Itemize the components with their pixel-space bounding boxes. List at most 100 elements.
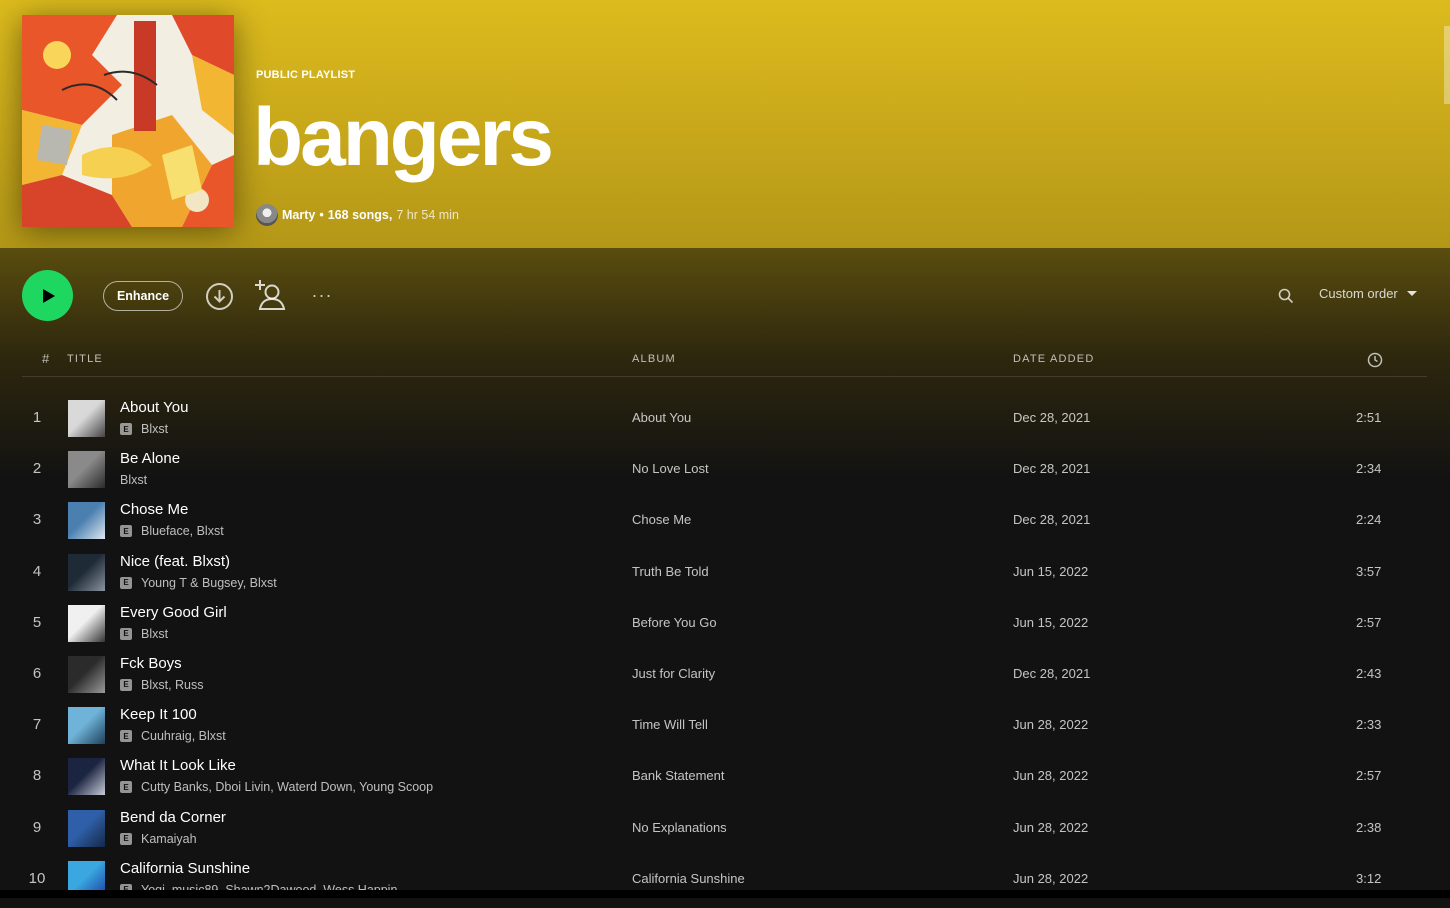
track-date-added: Jun 15, 2022 bbox=[1013, 614, 1089, 630]
track-row[interactable]: 10California SunshineEYogi_music89, Shaw… bbox=[0, 857, 1450, 908]
track-title-link[interactable]: Every Good Girl bbox=[120, 604, 227, 621]
track-artists-link[interactable]: Blueface, Blxst bbox=[141, 524, 224, 538]
track-album-art bbox=[68, 655, 105, 693]
track-album-link[interactable]: No Love Lost bbox=[632, 461, 709, 476]
track-artists-link[interactable]: Kamaiyah bbox=[141, 832, 197, 846]
track-artists: E Blxst bbox=[120, 627, 168, 641]
track-row[interactable]: 1 About You E Blxst About You Dec 28, 2021 2:5… bbox=[0, 396, 1450, 447]
caret-down-icon bbox=[1406, 290, 1417, 296]
track-artists: E Blxst bbox=[120, 422, 168, 436]
column-header-divider bbox=[22, 376, 1427, 377]
column-header-duration[interactable] bbox=[1367, 352, 1383, 371]
track-album-link[interactable]: Truth Be Told bbox=[632, 564, 709, 579]
track-album-art bbox=[68, 553, 105, 591]
track-number: 4 bbox=[32, 562, 42, 580]
sort-label: Custom order bbox=[1319, 286, 1398, 301]
explicit-badge: E bbox=[120, 627, 132, 640]
track-row[interactable]: 9 Bend da Corner E Kamaiyah No Explanations J… bbox=[0, 806, 1450, 857]
track-artists: E Young T & Bugsey, Blxst bbox=[120, 576, 277, 590]
track-title-link[interactable]: Chose Me bbox=[120, 501, 188, 518]
track-title-link[interactable]: Nice (feat. Blxst) bbox=[120, 553, 230, 570]
track-duration: 2:51 bbox=[1356, 410, 1382, 425]
add-collaborator-button[interactable] bbox=[254, 279, 288, 311]
track-album-link[interactable]: About You bbox=[632, 410, 691, 425]
track-artists-link[interactable]: Blxst bbox=[141, 422, 168, 436]
track-album-art bbox=[68, 809, 105, 847]
track-album-art bbox=[68, 502, 105, 540]
track-date-added: Jun 28, 2022 bbox=[1013, 870, 1089, 886]
search-in-playlist-button[interactable] bbox=[1277, 287, 1295, 305]
download-icon bbox=[206, 283, 233, 310]
track-duration: 3:12 bbox=[1356, 870, 1382, 886]
explicit-badge: E bbox=[120, 781, 132, 794]
bottom-edge bbox=[0, 890, 1450, 898]
track-album-link[interactable]: No Explanations bbox=[632, 820, 727, 835]
track-artists-link[interactable]: Cutty Banks, Dboi Livin, Waterd Down, Yo… bbox=[141, 780, 433, 794]
track-title-link[interactable]: About You bbox=[120, 399, 188, 416]
track-row[interactable]: 2 Be Alone Blxst No Love Lost Dec 28, 2021 2:… bbox=[0, 447, 1450, 498]
track-album-link[interactable]: Just for Clarity bbox=[632, 666, 715, 681]
track-date-added: Jun 28, 2022 bbox=[1013, 819, 1089, 835]
download-button[interactable] bbox=[205, 282, 234, 311]
track-artists-link[interactable]: Young T & Bugsey, Blxst bbox=[141, 576, 277, 590]
track-album-link[interactable]: California Sunshine bbox=[632, 871, 745, 886]
track-title-link[interactable]: Fck Boys bbox=[120, 655, 182, 672]
add-user-icon bbox=[255, 280, 286, 310]
track-number: 1 bbox=[32, 409, 42, 426]
track-title-link[interactable]: Be Alone bbox=[120, 450, 180, 467]
track-title-link[interactable]: Bend da Corner bbox=[120, 809, 226, 826]
play-button[interactable] bbox=[22, 270, 73, 321]
enhance-button[interactable]: Enhance bbox=[103, 281, 183, 311]
track-album-art bbox=[68, 400, 105, 437]
track-album-art bbox=[68, 707, 105, 745]
track-number: 5 bbox=[32, 613, 42, 631]
more-options-button[interactable]: ··· bbox=[308, 284, 336, 306]
track-date-added: Jun 28, 2022 bbox=[1013, 717, 1089, 733]
track-album-link[interactable]: Chose Me bbox=[632, 512, 691, 527]
track-album-art bbox=[68, 758, 105, 796]
playlist-cover-art[interactable] bbox=[22, 15, 234, 227]
track-list: 1 About You E Blxst About You Dec 28, 2021 2:5… bbox=[0, 396, 1450, 908]
playlist-meta: Marty • 168 songs, 7 hr 54 min bbox=[256, 204, 459, 226]
track-number: 10 bbox=[28, 869, 46, 887]
track-duration: 2:43 bbox=[1356, 665, 1382, 681]
track-album-link[interactable]: Time Will Tell bbox=[632, 717, 708, 732]
track-number: 3 bbox=[32, 511, 42, 529]
owner-avatar[interactable] bbox=[256, 204, 278, 226]
track-title-link[interactable]: What It Look Like bbox=[120, 757, 236, 774]
track-artists-link[interactable]: Blxst, Russ bbox=[141, 678, 204, 692]
track-album-art bbox=[68, 451, 105, 489]
track-row[interactable]: 6 Fck Boys E Blxst, Russ Just for Clarity Dec… bbox=[0, 652, 1450, 703]
track-row[interactable]: 7 Keep It 100 E Cuuhraig, Blxst Time Will Te… bbox=[0, 703, 1450, 754]
song-count: 168 songs, bbox=[327, 208, 393, 222]
explicit-badge: E bbox=[120, 832, 132, 845]
owner-name-link[interactable]: Marty bbox=[282, 208, 315, 222]
meta-separator: • bbox=[319, 208, 324, 222]
track-date-added: Dec 28, 2021 bbox=[1013, 461, 1091, 477]
column-header-title[interactable]: TITLE bbox=[67, 353, 103, 365]
track-row[interactable]: 3 Chose Me E Blueface, Blxst Chose Me Dec 28,… bbox=[0, 498, 1450, 549]
sort-dropdown[interactable]: Custom order bbox=[1319, 286, 1418, 301]
track-row[interactable]: 5 Every Good Girl E Blxst Before You Go Jun 1… bbox=[0, 601, 1450, 652]
explicit-badge: E bbox=[120, 678, 132, 691]
track-artists: E Blueface, Blxst bbox=[120, 524, 224, 538]
track-date-added: Jun 15, 2022 bbox=[1013, 563, 1089, 579]
scrollbar-thumb[interactable] bbox=[1444, 26, 1450, 104]
cover-art-illustration bbox=[22, 15, 234, 227]
track-artists-link[interactable]: Blxst bbox=[120, 473, 147, 487]
track-title-link[interactable]: Keep It 100 bbox=[120, 706, 197, 723]
track-artists-link[interactable]: Blxst bbox=[141, 627, 168, 641]
column-header-album[interactable]: ALBUM bbox=[632, 353, 676, 365]
track-album-link[interactable]: Before You Go bbox=[632, 615, 717, 630]
track-row[interactable]: 8 What It Look Like E Cutty Banks, Dboi Liv… bbox=[0, 754, 1450, 805]
explicit-badge: E bbox=[120, 423, 132, 435]
track-title-link[interactable]: California Sunshine bbox=[120, 860, 250, 877]
track-artists: E Blxst, Russ bbox=[120, 678, 204, 692]
column-header-date-added[interactable]: DATE ADDED bbox=[1013, 353, 1094, 365]
explicit-badge: E bbox=[120, 730, 132, 743]
explicit-badge: E bbox=[120, 525, 132, 538]
track-artists-link[interactable]: Cuuhraig, Blxst bbox=[141, 729, 226, 743]
track-album-link[interactable]: Bank Statement bbox=[632, 768, 725, 783]
track-row[interactable]: 4 Nice (feat. Blxst) E Young T & Bugsey, Bl… bbox=[0, 550, 1450, 601]
track-duration: 2:57 bbox=[1356, 768, 1382, 784]
